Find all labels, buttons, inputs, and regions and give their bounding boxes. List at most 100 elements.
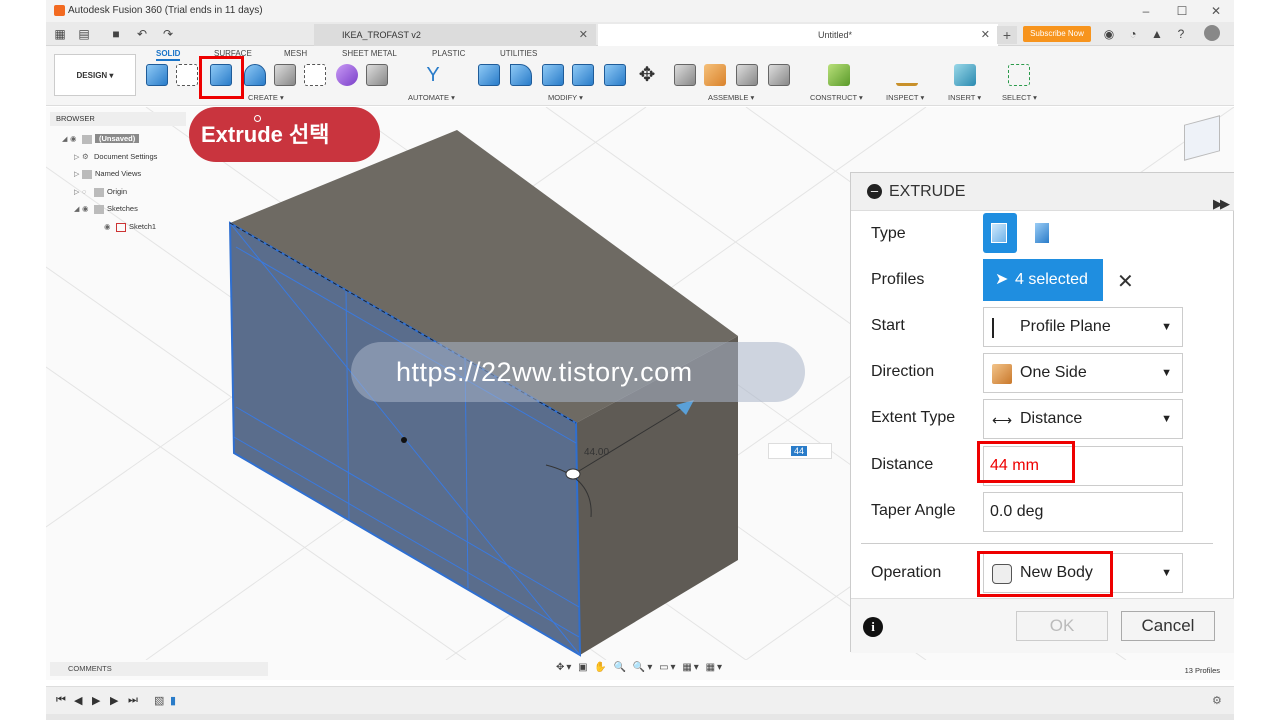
collapse-triangle-icon[interactable]: ◢	[74, 203, 82, 217]
create-sketch-icon[interactable]	[176, 64, 198, 86]
close-tab-icon[interactable]: ✕	[981, 24, 990, 46]
modify-group-label[interactable]: MODIFY ▾	[548, 93, 583, 102]
step-forward-icon[interactable]: ▶	[110, 694, 118, 707]
insert-image-icon[interactable]	[954, 64, 976, 86]
tab-plastic[interactable]: PLASTIC	[432, 49, 465, 58]
tab-ikea-trofast[interactable]: IKEA_TROFAST v2 ✕	[314, 24, 596, 46]
new-tab-button[interactable]: +	[997, 26, 1017, 44]
clock-icon[interactable]: ◔	[1125, 26, 1141, 42]
new-component-icon[interactable]	[146, 64, 168, 86]
combine-icon[interactable]	[604, 64, 626, 86]
redo-icon[interactable]: ↷	[160, 26, 176, 42]
tab-mesh[interactable]: MESH	[284, 49, 307, 58]
automate-icon[interactable]: Y	[422, 64, 444, 86]
insert-group-label[interactable]: INSERT ▾	[948, 93, 981, 102]
close-tab-icon[interactable]: ✕	[579, 24, 588, 46]
hole-icon[interactable]	[274, 64, 296, 86]
expand-triangle-icon[interactable]: ▷	[74, 151, 82, 165]
create-group-label[interactable]: CREATE ▾	[248, 93, 284, 102]
fillet-icon[interactable]	[510, 64, 532, 86]
extent-type-select[interactable]: ⟷ Distance ▼	[983, 399, 1183, 439]
press-pull-icon[interactable]	[478, 64, 500, 86]
offset-plane-icon[interactable]	[828, 64, 850, 86]
eye-icon[interactable]: ◉	[82, 202, 94, 216]
undo-icon[interactable]: ↶	[134, 26, 150, 42]
rigid-group-icon[interactable]	[768, 64, 790, 86]
clear-selection-icon[interactable]: ✕	[1117, 269, 1134, 294]
navigation-toolbar[interactable]: ✥▾ ▣ ✋ 🔍 🔍▾ ▭▾ ▦▾ ▦▾	[556, 662, 731, 676]
collapse-dialog-icon[interactable]: –	[867, 184, 882, 199]
fusion-window: Autodesk Fusion 360 (Trial ends in 11 da…	[46, 0, 1234, 720]
design-workspace-button[interactable]: DESIGN ▾	[54, 54, 136, 96]
minimize-icon[interactable]: –	[1136, 2, 1156, 20]
construct-group-label[interactable]: CONSTRUCT ▾	[810, 93, 863, 102]
comments-panel[interactable]: COMMENTS	[50, 662, 268, 676]
timeline-sketch-icon[interactable]: ▧	[154, 694, 164, 707]
browser-item-origin[interactable]: ▷ ◌ Origin	[74, 185, 127, 199]
profiles-selection-button[interactable]: ➤ 4 selected	[983, 259, 1103, 301]
expand-triangle-icon[interactable]: ▷	[74, 168, 82, 182]
expand-triangle-icon[interactable]: ▷	[74, 186, 82, 200]
browser-item-document-settings[interactable]: ▷ ⚙ Document Settings	[74, 150, 157, 164]
eye-icon[interactable]: ◌	[82, 185, 94, 199]
move-icon[interactable]: ✥	[636, 64, 658, 86]
type-thin-button[interactable]	[1027, 213, 1061, 253]
eye-icon[interactable]: ◉	[104, 220, 116, 234]
inspect-group-label[interactable]: INSPECT ▾	[886, 93, 924, 102]
browser-panel-header[interactable]: BROWSER	[50, 112, 186, 126]
taper-angle-input[interactable]: 0.0 deg	[983, 492, 1183, 532]
derive-icon[interactable]	[366, 64, 388, 86]
go-to-start-icon[interactable]: ⏮	[56, 694, 66, 707]
timeline-extrude-icon[interactable]: ▮	[170, 694, 176, 707]
automate-group-label[interactable]: AUTOMATE ▾	[408, 93, 455, 102]
sync-icon[interactable]: ◉	[1101, 26, 1117, 42]
assemble-group-label[interactable]: ASSEMBLE ▾	[708, 93, 754, 102]
joint-origin-icon[interactable]	[736, 64, 758, 86]
tab-utilities[interactable]: UTILITIES	[500, 49, 537, 58]
collapse-triangle-icon[interactable]: ◢	[62, 133, 70, 147]
browser-item-named-views[interactable]: ▷ Named Views	[74, 167, 141, 181]
file-icon[interactable]: ▤	[76, 26, 92, 42]
save-icon[interactable]: ■	[108, 26, 124, 42]
avatar[interactable]	[1204, 25, 1220, 41]
browser-item-sketch1[interactable]: ◉ Sketch1	[104, 220, 156, 234]
chamfer-icon[interactable]	[542, 64, 564, 86]
browser-item-sketches[interactable]: ◢ ◉ Sketches	[74, 202, 138, 216]
pattern-icon[interactable]	[304, 64, 326, 86]
timeline-settings-icon[interactable]: ⚙	[1212, 694, 1222, 707]
tab-sheet-metal[interactable]: SHEET METAL	[342, 49, 397, 58]
measure-icon[interactable]	[896, 64, 918, 86]
tab-solid[interactable]: SOLID	[156, 49, 181, 61]
bell-icon[interactable]: ▲	[1149, 26, 1165, 42]
ok-button[interactable]: OK	[1016, 611, 1108, 641]
select-group-label[interactable]: SELECT ▾	[1002, 93, 1037, 102]
as-built-joint-icon[interactable]	[704, 64, 726, 86]
new-joint-icon[interactable]	[674, 64, 696, 86]
distance-input-box[interactable]: 44	[768, 443, 832, 459]
expand-dialog-icon[interactable]: ▶▶	[1213, 185, 1230, 223]
form-icon[interactable]	[336, 64, 358, 86]
play-icon[interactable]: ▶	[92, 694, 100, 707]
eye-icon[interactable]: ◉	[70, 132, 82, 146]
select-icon[interactable]	[1008, 64, 1030, 86]
close-window-icon[interactable]: ✕	[1206, 2, 1226, 20]
subscribe-button[interactable]: Subscribe Now	[1023, 26, 1091, 42]
tab-untitled[interactable]: Untitled* ✕	[598, 24, 998, 46]
maximize-icon[interactable]: ☐	[1172, 2, 1192, 20]
revolve-icon[interactable]	[244, 64, 266, 86]
step-back-icon[interactable]: ◀	[74, 694, 82, 707]
start-select[interactable]: Profile Plane ▼	[983, 307, 1183, 347]
type-one-side-button[interactable]	[983, 213, 1017, 253]
grid-menu-icon[interactable]: ▦	[52, 26, 68, 42]
help-icon[interactable]: ?	[1173, 26, 1189, 42]
root-label: (Unsaved)	[95, 134, 140, 143]
cancel-button[interactable]: Cancel	[1121, 611, 1215, 641]
direction-select[interactable]: One Side ▼	[983, 353, 1183, 393]
info-icon[interactable]: i	[863, 617, 883, 637]
distance-manipulator-icon[interactable]	[565, 468, 581, 480]
browser-item-label: Sketch1	[129, 222, 157, 231]
shell-icon[interactable]	[572, 64, 594, 86]
distance-input-value[interactable]: 44	[791, 446, 808, 456]
go-to-end-icon[interactable]: ⏭	[128, 694, 138, 707]
browser-root[interactable]: ◢ ◉ (Unsaved)	[62, 132, 140, 147]
